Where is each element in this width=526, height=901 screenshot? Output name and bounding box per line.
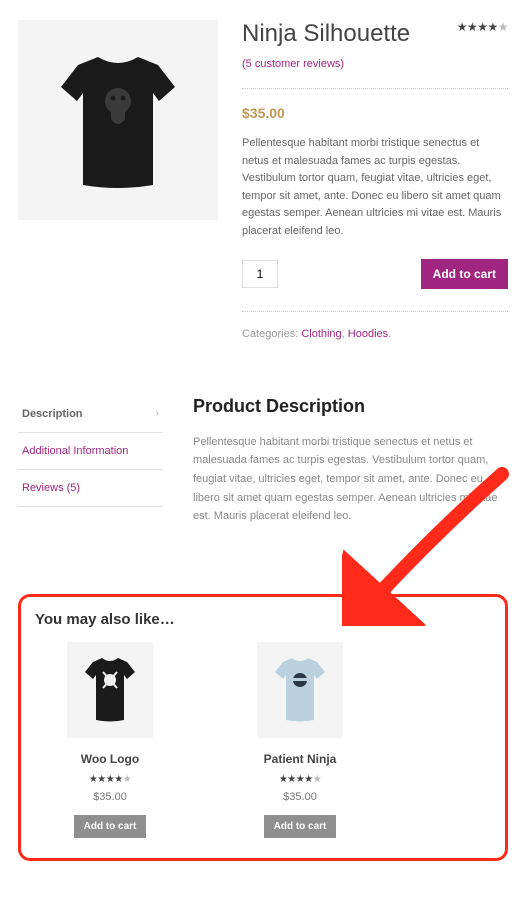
tab-content-heading: Product Description — [193, 396, 508, 417]
product-tabs: Description › Additional Information Rev… — [18, 396, 163, 507]
upsell-product-price: $35.00 — [225, 791, 375, 803]
tab-label: Reviews (5) — [22, 482, 80, 494]
category-link[interactable]: Clothing — [301, 328, 341, 340]
upsell-product[interactable]: Patient Ninja ★★★★★ $35.00 Add to cart — [225, 642, 375, 838]
upsell-product-title: Woo Logo — [35, 752, 185, 766]
upsell-thumbnail[interactable] — [67, 642, 153, 738]
upsell-section: You may also like… Woo Logo ★★★★★ $35.00… — [18, 594, 508, 861]
tab-description[interactable]: Description › — [18, 396, 163, 433]
add-to-cart-button[interactable]: Add to cart — [421, 259, 508, 289]
tab-content-body: Pellentesque habitant morbi tristique se… — [193, 433, 508, 526]
product-title: Ninja Silhouette — [242, 20, 410, 48]
upsell-rating: ★★★★★ — [225, 774, 375, 785]
upsell-rating: ★★★★★ — [35, 774, 185, 785]
product-short-description: Pellentesque habitant morbi tristique se… — [242, 135, 508, 241]
tab-additional-information[interactable]: Additional Information — [18, 433, 163, 470]
product-image[interactable] — [18, 20, 218, 220]
reviews-link[interactable]: (5 customer reviews) — [242, 58, 344, 70]
divider — [242, 311, 508, 312]
chevron-right-icon: › — [156, 408, 159, 419]
categories-label: Categories: — [242, 328, 301, 340]
tshirt-icon — [75, 650, 145, 730]
upsell-product[interactable]: Woo Logo ★★★★★ $35.00 Add to cart — [35, 642, 185, 838]
tshirt-icon — [33, 35, 203, 205]
product-price: $35.00 — [242, 105, 508, 121]
upsell-thumbnail[interactable] — [257, 642, 343, 738]
upsell-product-title: Patient Ninja — [225, 752, 375, 766]
product-gallery[interactable] — [18, 20, 218, 220]
product-meta: Categories: Clothing, Hoodies. — [242, 328, 508, 340]
tab-label: Description — [22, 408, 83, 420]
product-rating: ★★★★★ — [457, 20, 508, 34]
upsell-product-price: $35.00 — [35, 791, 185, 803]
tab-label: Additional Information — [22, 445, 128, 457]
tab-reviews[interactable]: Reviews (5) — [18, 470, 163, 507]
tshirt-icon — [265, 650, 335, 730]
upsell-heading: You may also like… — [35, 611, 491, 628]
category-link[interactable]: Hoodies — [348, 328, 388, 340]
divider — [242, 88, 508, 89]
quantity-input[interactable] — [242, 260, 278, 288]
